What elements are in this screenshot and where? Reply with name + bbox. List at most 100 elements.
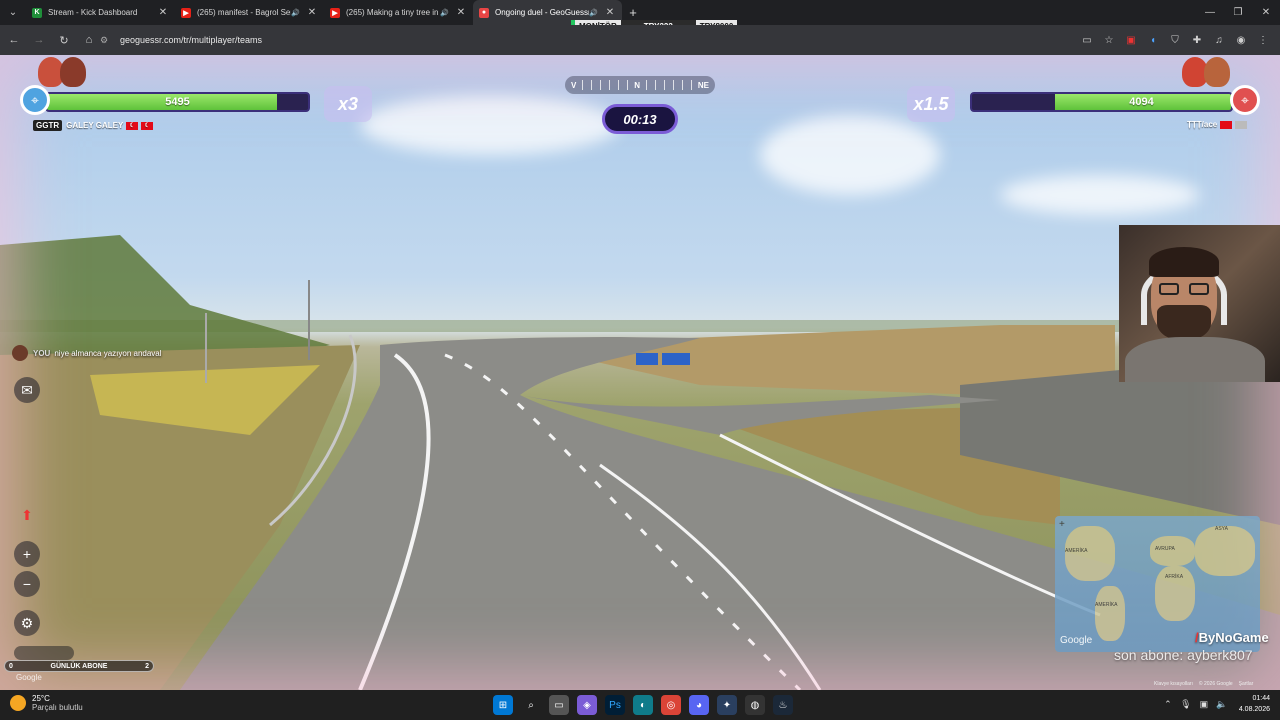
site-info-icon[interactable]: ⚙ bbox=[100, 35, 116, 46]
streamer-body bbox=[1125, 337, 1265, 382]
back-icon[interactable]: ← bbox=[3, 29, 25, 51]
chat-message: YOU niye almanca yazıyon andaval bbox=[12, 345, 162, 361]
speaker-icon[interactable]: 🔊 bbox=[291, 9, 300, 17]
menu-kebab-icon[interactable]: ⋮ bbox=[1252, 29, 1274, 51]
turkey-flag-icon: ☾ bbox=[126, 121, 139, 130]
compass[interactable]: V N NE bbox=[565, 76, 715, 94]
tab-search-icon[interactable]: ⌄ bbox=[0, 0, 26, 25]
address-bar[interactable]: ⚙ geoguessr.com/tr/multiplayer/teams bbox=[100, 29, 1055, 51]
volume-icon[interactable]: 🔈 bbox=[1213, 699, 1231, 710]
weather-widget[interactable]: 25°C Parçalı bulutlu bbox=[10, 694, 83, 712]
player-avatar bbox=[60, 57, 86, 87]
system-clock[interactable]: 01:44 4.08.2026 bbox=[1239, 693, 1270, 715]
keyboard-shortcuts-link[interactable]: Klavye kısayolları bbox=[1154, 681, 1193, 687]
streamer-webcam bbox=[1119, 225, 1280, 382]
google-watermark: Google bbox=[16, 673, 42, 682]
windows-taskbar: 25°C Parçalı bulutlu ⊞ ⌕ ▭ ◈ Ps ◐ ◎ ◕ ✦ … bbox=[0, 690, 1280, 720]
map-attribution: Klavye kısayolları © 2026 Google Şartlar bbox=[1154, 681, 1253, 687]
window-close-icon[interactable]: ✕ bbox=[1252, 0, 1280, 25]
left-team-health-bar: 5495 bbox=[45, 92, 310, 112]
tray-overflow-icon[interactable]: ⌃ bbox=[1159, 699, 1177, 710]
chrome-icon[interactable]: ◎ bbox=[661, 695, 681, 715]
terms-link[interactable]: Şartlar bbox=[1239, 681, 1254, 687]
home-icon[interactable]: ⌂ bbox=[78, 29, 100, 51]
edge-icon[interactable]: ◐ bbox=[633, 695, 653, 715]
map-label: ASYA bbox=[1215, 526, 1228, 532]
brand-text: ByNoGame bbox=[1198, 630, 1269, 645]
tab-title: Ongoing duel - GeoGuessr bbox=[495, 8, 590, 17]
tab-kick-dashboard[interactable]: K Stream - Kick Dashboard ✕ bbox=[26, 0, 175, 25]
cast-icon[interactable]: ▭ bbox=[1076, 29, 1098, 51]
close-icon[interactable]: ✕ bbox=[157, 7, 169, 18]
tab-title: (265) manifest - Bagrol Sen bbox=[197, 8, 292, 17]
map-label: AFRİKA bbox=[1165, 574, 1184, 580]
profile-icon[interactable]: ◉ bbox=[1230, 29, 1252, 51]
windows-start-icon[interactable]: ⊞ bbox=[493, 695, 513, 715]
close-icon[interactable]: ✕ bbox=[455, 7, 467, 18]
kick-icon: K bbox=[32, 7, 42, 18]
right-team-avatars bbox=[1182, 57, 1230, 87]
bookmark-star-icon[interactable]: ☆ bbox=[1098, 29, 1120, 51]
continent bbox=[1195, 526, 1255, 576]
subscriber-goal-bar: 0 GÜNLÜK ABONE 2 bbox=[4, 660, 154, 672]
extensions-puzzle-icon[interactable]: ✚ bbox=[1186, 29, 1208, 51]
new-tab-button[interactable]: + bbox=[622, 5, 644, 20]
settings-gear-icon[interactable]: ⚙ bbox=[14, 610, 40, 636]
right-team-health-value: 4094 bbox=[1129, 96, 1154, 108]
compass-center: N bbox=[634, 80, 640, 90]
tab-youtube-manifest[interactable]: ▶ (265) manifest - Bagrol Sen 🔊 ✕ bbox=[175, 0, 324, 25]
youtube-icon: ▶ bbox=[330, 7, 340, 18]
tab-youtube-tree[interactable]: ▶ (265) Making a tiny tree in a th 🔊 ✕ bbox=[324, 0, 473, 25]
emote-bar bbox=[14, 646, 74, 660]
extension-shield-icon[interactable]: ⛉ bbox=[1164, 29, 1186, 51]
chat-icon[interactable]: ✉ bbox=[14, 377, 40, 403]
speaker-icon[interactable]: 🔊 bbox=[589, 9, 598, 17]
geoguessr-icon: ● bbox=[479, 7, 489, 18]
left-team-avatars bbox=[38, 57, 86, 87]
clock-time: 01:44 bbox=[1252, 695, 1270, 702]
clock-date: 4.08.2026 bbox=[1238, 706, 1270, 713]
sub-goal-label: GÜNLÜK ABONE bbox=[50, 662, 108, 670]
reload-icon[interactable]: ↻ bbox=[53, 29, 75, 51]
copilot-icon[interactable]: ◈ bbox=[577, 695, 597, 715]
team-name: ȚȚȚ/ace bbox=[1187, 120, 1218, 129]
sub-goal-current: 0 bbox=[9, 662, 13, 670]
tab-title: (265) Making a tiny tree in a th bbox=[346, 8, 440, 17]
settings-app-icon[interactable]: ✦ bbox=[717, 695, 737, 715]
photoshop-icon[interactable]: Ps bbox=[605, 695, 625, 715]
right-team-multiplier: x1.5 bbox=[907, 86, 955, 122]
flag-icon bbox=[1220, 120, 1233, 129]
compass-needle-icon[interactable]: ⬆ bbox=[14, 502, 40, 528]
weather-desc: Parçalı bulutlu bbox=[32, 703, 83, 712]
continent bbox=[1095, 586, 1125, 641]
close-icon[interactable]: ✕ bbox=[604, 7, 616, 18]
left-team-tag: GGTR GALEY GALEY ☾ ☾ bbox=[33, 120, 154, 131]
close-icon[interactable]: ✕ bbox=[306, 7, 318, 18]
tab-title: Stream - Kick Dashboard bbox=[48, 8, 138, 17]
flag-icon bbox=[1235, 120, 1248, 129]
task-view-icon[interactable]: ▭ bbox=[549, 695, 569, 715]
minimap-expand-icon[interactable]: + bbox=[1059, 519, 1065, 530]
network-icon[interactable]: ▣ bbox=[1195, 699, 1213, 710]
zoom-out-button[interactable]: − bbox=[14, 571, 40, 597]
extension-record-icon[interactable]: ▣ bbox=[1120, 29, 1142, 51]
extension-audio-icon[interactable]: ◖ bbox=[1142, 29, 1164, 51]
speaker-icon[interactable]: 🔊 bbox=[440, 9, 449, 17]
forward-icon[interactable]: → bbox=[28, 29, 50, 51]
team-name: GALEY GALEY bbox=[66, 121, 124, 130]
minimize-icon[interactable]: — bbox=[1196, 0, 1224, 25]
steam-icon[interactable]: ♨ bbox=[773, 695, 793, 715]
search-icon[interactable]: ⌕ bbox=[521, 695, 541, 715]
obs-icon[interactable]: ◍ bbox=[745, 695, 765, 715]
url-text: geoguessr.com/tr/multiplayer/teams bbox=[120, 35, 263, 45]
street-view-panorama[interactable]: 5495 ⌖ x3 GGTR GALEY GALEY ☾ ☾ V N NE 00… bbox=[0, 55, 1280, 690]
round-timer: 00:13 bbox=[602, 104, 678, 134]
zoom-in-button[interactable]: + bbox=[14, 541, 40, 567]
compass-right: NE bbox=[697, 80, 709, 90]
media-controls-icon[interactable]: ♫ bbox=[1208, 29, 1230, 51]
left-team-multiplier: x3 bbox=[324, 86, 372, 122]
microphone-icon[interactable]: 🎙 bbox=[1177, 699, 1195, 710]
compass-left: V bbox=[571, 80, 577, 90]
maximize-icon[interactable]: ❐ bbox=[1224, 0, 1252, 25]
discord-icon[interactable]: ◕ bbox=[689, 695, 709, 715]
